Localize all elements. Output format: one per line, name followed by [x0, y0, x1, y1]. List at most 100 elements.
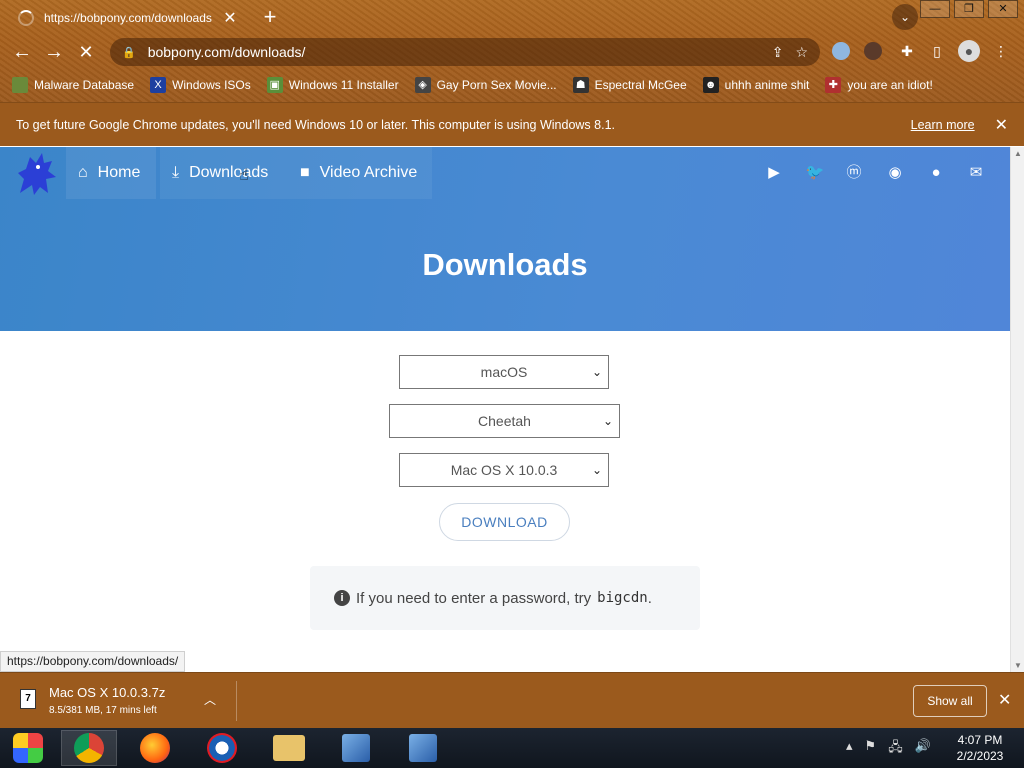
download-progress: 8.5/381 MB, 17 mins left: [49, 705, 157, 716]
scroll-up-icon[interactable]: ▲: [1014, 149, 1022, 158]
twitter-icon[interactable]: 🐦: [805, 163, 825, 183]
tray-overflow-icon[interactable]: ▴: [846, 738, 853, 760]
download-icon: ⤓: [172, 164, 180, 181]
taskbar-firefox[interactable]: [127, 730, 183, 766]
mastodon-icon[interactable]: ⓜ: [844, 163, 864, 183]
profile-icon[interactable]: ●: [958, 40, 980, 62]
tab-close-icon[interactable]: ✕: [222, 8, 238, 28]
bookmark-movie[interactable]: ◈ Gay Porn Sex Movie...: [414, 77, 557, 93]
infobar-close-icon[interactable]: ✕: [995, 115, 1008, 135]
installer-icon: [342, 734, 370, 762]
menu-kebab-icon[interactable]: ⋮: [990, 40, 1012, 62]
installer-icon-2: [409, 734, 437, 762]
new-tab-button[interactable]: +: [258, 4, 282, 30]
pony-logo-icon[interactable]: [12, 149, 60, 197]
tab-search-chevron-icon[interactable]: ⌄: [892, 4, 918, 30]
taskbar-installer-2[interactable]: [395, 730, 451, 766]
chevron-down-icon: ⌄: [591, 365, 602, 379]
volume-icon[interactable]: 🔊: [915, 738, 931, 760]
lock-icon[interactable]: 🔒: [122, 46, 136, 59]
bug-icon: [12, 77, 28, 93]
loading-spinner-icon: [18, 10, 34, 26]
minimize-button[interactable]: —: [920, 0, 950, 18]
site-navbar: ⌂ Home ⤓ Downloads ■ Video Archive ▶ 🐦 ⓜ…: [0, 147, 1010, 199]
taskbar-file-explorer[interactable]: [261, 730, 317, 766]
window-controls: — ❐ ✕: [920, 0, 1018, 18]
back-arrow-icon[interactable]: ←: [6, 36, 38, 68]
scroll-down-icon[interactable]: ▼: [1014, 661, 1022, 670]
bookmark-you-are-an-idiot[interactable]: ✚ you are an idiot!: [825, 77, 933, 93]
extension-avatar-icon[interactable]: [864, 42, 882, 60]
network-icon[interactable]: 🖧: [888, 738, 903, 760]
navigation-bar: ← → ✕ 🔒 bobpony.com/downloads/ ⇪ ☆ ✚ ▯ ●…: [0, 36, 1024, 68]
forward-arrow-icon[interactable]: →: [38, 36, 70, 68]
taskbar-chrome[interactable]: [61, 730, 117, 766]
address-bar[interactable]: 🔒 bobpony.com/downloads/ ⇪ ☆: [110, 38, 820, 66]
image-icon: ▣: [266, 77, 283, 93]
page-scrollbar[interactable]: ▲ ▼: [1010, 147, 1024, 672]
start-icon: [13, 733, 43, 763]
bookmark-anime[interactable]: ☻ uhhh anime shit: [702, 77, 810, 93]
window-close-button[interactable]: ✕: [988, 0, 1018, 18]
share-icon[interactable]: ⇪: [772, 44, 784, 61]
chevron-down-icon: ⌄: [602, 414, 613, 428]
release-select[interactable]: Cheetah ⌄: [389, 404, 620, 438]
shelf-divider: [236, 681, 237, 721]
system-tray: ▴ ⚑ 🖧 🔊: [846, 738, 931, 760]
bookmark-star-icon[interactable]: ☆: [795, 44, 808, 61]
stop-loading-icon[interactable]: ✕: [70, 36, 102, 68]
download-button[interactable]: DOWNLOAD: [439, 503, 570, 541]
chrome-icon: [74, 733, 104, 763]
archive-file-icon[interactable]: 7: [20, 689, 36, 709]
discord-icon[interactable]: ◉: [885, 163, 905, 183]
learn-more-link[interactable]: Learn more: [911, 118, 975, 132]
notice-password: bigcdn: [597, 590, 648, 606]
clock-time: 4:07 PM: [957, 733, 1003, 747]
bookmark-windows-11-installer[interactable]: ▣ Windows 11 Installer: [266, 77, 399, 93]
page-title: Downloads: [422, 247, 588, 282]
github-icon[interactable]: ●: [926, 163, 946, 183]
bookmark-espectral-mcgee[interactable]: ☗ Espectral McGee: [572, 77, 687, 93]
taskbar-installer[interactable]: [328, 730, 384, 766]
bookmark-malware-database[interactable]: Malware Database: [12, 77, 134, 93]
nav-downloads[interactable]: ⤓ Downloads: [160, 147, 288, 199]
extensions-puzzle-icon[interactable]: ✚: [896, 40, 918, 62]
shelf-close-icon[interactable]: ✕: [998, 690, 1011, 710]
os-select-value: macOS: [480, 364, 528, 380]
nav-downloads-label: Downloads: [189, 164, 269, 181]
extension-flag-icon[interactable]: [832, 42, 850, 60]
bookmark-label: Espectral McGee: [594, 78, 687, 92]
download-filename[interactable]: Mac OS X 10.0.3.7z: [49, 685, 165, 700]
anime-icon: ☻: [702, 77, 719, 93]
restore-button[interactable]: ❐: [954, 0, 984, 18]
bookmark-label: uhhh anime shit: [724, 78, 810, 92]
nav-video-archive[interactable]: ■ Video Archive: [288, 147, 432, 199]
bookmark-windows-isos[interactable]: X Windows ISOs: [150, 77, 251, 93]
start-button[interactable]: [0, 730, 56, 766]
browser-tab[interactable]: https://bobpony.com/downloads/ ✕: [8, 2, 248, 34]
version-select[interactable]: Mac OS X 10.0.3 ⌄: [399, 453, 609, 487]
tab-title: https://bobpony.com/downloads/: [44, 11, 212, 25]
notice-period: .: [647, 589, 652, 607]
show-all-button[interactable]: Show all: [913, 685, 987, 717]
hand-cursor-icon: ☝: [239, 167, 249, 184]
mail-icon[interactable]: ✉: [966, 163, 986, 183]
chevron-down-icon: ⌄: [591, 463, 602, 477]
clock-date: 2/2/2023: [956, 749, 1004, 763]
clock[interactable]: 4:07 PM 2/2/2023: [948, 732, 1012, 764]
link-status-bubble: https://bobpony.com/downloads/: [0, 651, 186, 672]
update-infobar: To get future Google Chrome updates, you…: [0, 102, 1024, 146]
download-shelf: 7 Mac OS X 10.0.3.7z 8.5/381 MB, 17 mins…: [0, 672, 1024, 728]
taskbar-obama[interactable]: [194, 730, 250, 766]
side-panel-icon[interactable]: ▯: [926, 40, 948, 62]
x-icon: X: [150, 77, 167, 93]
infobar-message: To get future Google Chrome updates, you…: [16, 117, 615, 132]
address-url[interactable]: bobpony.com/downloads/: [148, 44, 760, 60]
home-icon: ⌂: [78, 164, 88, 181]
firefox-icon: [140, 733, 170, 763]
nav-home[interactable]: ⌂ Home: [66, 147, 156, 199]
os-select[interactable]: macOS ⌄: [399, 355, 609, 389]
chevron-up-icon[interactable]: ︿: [204, 691, 216, 708]
youtube-icon[interactable]: ▶: [764, 163, 784, 183]
action-center-flag-icon[interactable]: ⚑: [865, 738, 877, 760]
